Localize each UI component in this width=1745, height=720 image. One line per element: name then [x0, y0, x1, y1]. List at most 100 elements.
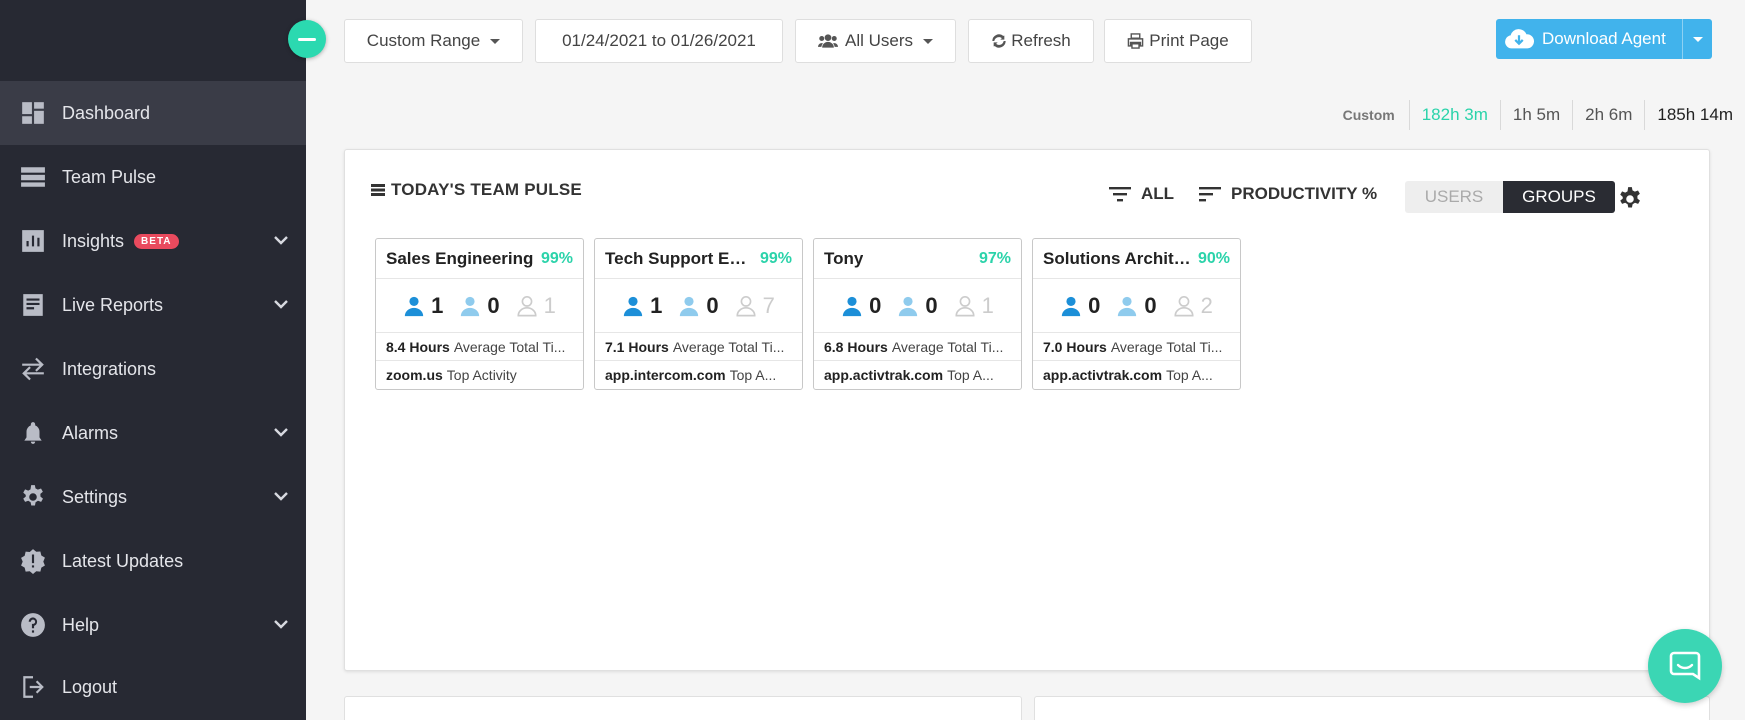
chevron-down-icon[interactable] — [272, 615, 290, 633]
sidebar-item-label: Dashboard — [62, 102, 151, 123]
total-time[interactable]: 185h 14m — [1644, 100, 1745, 130]
inactive-user-icon — [735, 295, 763, 317]
team-pulse-panel: TODAY'S TEAM PULSE ALL PRODUCTIVITY % US… — [344, 149, 1710, 671]
time-summary: Custom 182h 3m 1h 5m 2h 6m 185h 14m — [1331, 100, 1745, 130]
sidebar-item-label: Help — [62, 614, 100, 635]
help-icon — [20, 612, 46, 638]
card-header: Sales Engineering 99% — [376, 239, 583, 279]
sidebar-item-label: Team Pulse — [62, 166, 157, 187]
sidebar-item-label: Integrations — [62, 358, 157, 379]
toggle-users[interactable]: USERS — [1405, 181, 1503, 213]
sort-icon — [1199, 186, 1231, 202]
team-pulse-icon — [20, 164, 46, 190]
sidebar-item-insights[interactable]: Insights BETA — [0, 209, 306, 273]
sidebar-item-dashboard[interactable]: Dashboard — [0, 81, 306, 145]
group-card[interactable]: Tony 97% 0 0 1 6.8 Hours Average Total Ti... ap… — [813, 238, 1022, 390]
passive-users: 0 — [1116, 293, 1157, 319]
integrations-icon — [20, 356, 46, 382]
group-card[interactable]: Solutions Archite... 90% 0 0 2 7.0 Hours Avera… — [1032, 238, 1241, 390]
filter-all-button[interactable]: ALL — [1109, 184, 1174, 204]
printer-icon — [1127, 33, 1144, 49]
active-users: 1 — [403, 293, 443, 319]
average-hours-row: 6.8 Hours Average Total Ti... — [814, 333, 1021, 361]
sidebar-item-settings[interactable]: Settings — [0, 465, 306, 529]
chevron-down-icon[interactable] — [272, 295, 290, 313]
active-user-icon — [841, 295, 869, 317]
active-user-icon — [403, 295, 431, 317]
refresh-button[interactable]: Refresh — [968, 19, 1094, 63]
dashboard-icon — [20, 100, 46, 126]
group-name[interactable]: Tech Support Eng... — [605, 249, 755, 269]
sidebar-item-logout[interactable]: Logout — [0, 655, 306, 719]
gear-icon — [20, 484, 46, 510]
top-activity-row: app.activtrak.com Top A... — [1043, 367, 1213, 383]
passive-user-icon — [459, 295, 487, 317]
chevron-down-icon[interactable] — [272, 423, 290, 441]
sidebar-item-label: Live Reports — [62, 294, 164, 315]
user-status-counts: 107 — [595, 279, 802, 333]
sidebar-item-help[interactable]: Help — [0, 593, 306, 657]
average-hours-row: 7.0 Hours Average Total Ti... — [1033, 333, 1240, 361]
custom-range-label: Custom Range — [366, 31, 481, 50]
group-name[interactable]: Solutions Archite... — [1043, 249, 1193, 269]
undefined-time[interactable]: 2h 6m — [1572, 100, 1644, 130]
sidebar-item-team-pulse[interactable]: Team Pulse — [0, 145, 306, 209]
users-icon — [817, 33, 838, 49]
top-activity-row: zoom.us Top Activity — [386, 367, 517, 383]
sidebar-item-label: Insights — [62, 230, 125, 251]
card-header: Solutions Archite... 90% — [1033, 239, 1240, 279]
passive-user-icon — [897, 295, 925, 317]
sort-productivity-button[interactable]: PRODUCTIVITY % — [1199, 184, 1377, 204]
beta-badge: BETA — [134, 233, 179, 249]
active-user-icon — [622, 295, 650, 317]
chat-launcher-button[interactable] — [1648, 629, 1722, 703]
inactive-user-icon — [516, 295, 544, 317]
active-users: 1 — [622, 293, 662, 319]
alert-badge-icon — [20, 548, 46, 574]
caret-down-icon — [1692, 36, 1703, 42]
sidebar-item-integrations[interactable]: Integrations — [0, 337, 306, 401]
group-card[interactable]: Tech Support Eng... 99% 1 0 7 7.1 Hours Averag… — [594, 238, 803, 390]
all-users-dropdown[interactable]: All Users — [795, 19, 956, 63]
print-page-button[interactable]: Print Page — [1104, 19, 1252, 63]
passive-user-icon — [678, 295, 706, 317]
unproductive-time[interactable]: 1h 5m — [1499, 100, 1572, 130]
sidebar-item-live-reports[interactable]: Live Reports — [0, 273, 306, 337]
main-content: Custom Range 01/24/2021 to 01/26/2021 Al… — [306, 0, 1745, 720]
gear-icon[interactable] — [1617, 186, 1643, 212]
productivity-percent: 99% — [759, 249, 792, 267]
group-name[interactable]: Tony — [824, 249, 863, 269]
time-summary-label: Custom — [1342, 107, 1395, 123]
sidebar-item-alarms[interactable]: Alarms — [0, 401, 306, 465]
productivity-percent: 99% — [540, 249, 573, 267]
sidebar-item-latest-updates[interactable]: Latest Updates — [0, 529, 306, 593]
refresh-label: Refresh — [1011, 31, 1071, 50]
secondary-panel-left — [344, 696, 1022, 720]
user-status-counts: 001 — [814, 279, 1021, 333]
download-agent-button[interactable]: Download Agent — [1496, 19, 1712, 59]
custom-range-dropdown[interactable]: Custom Range — [344, 19, 523, 63]
download-agent-label: Download Agent — [1542, 29, 1666, 48]
download-options-toggle[interactable] — [1682, 19, 1712, 59]
insights-icon — [20, 228, 46, 254]
refresh-icon — [991, 33, 1007, 49]
toggle-groups[interactable]: GROUPS — [1503, 181, 1615, 213]
sidebar-item-label: Latest Updates — [62, 550, 184, 571]
group-card[interactable]: Sales Engineering 99% 1 0 1 8.4 Hours Average … — [375, 238, 584, 390]
active-user-icon — [1060, 295, 1088, 317]
chevron-down-icon[interactable] — [272, 487, 290, 505]
top-activity-row: app.activtrak.com Top A... — [824, 367, 994, 383]
chevron-down-icon[interactable] — [272, 231, 290, 249]
print-page-label: Print Page — [1149, 31, 1229, 50]
passive-users: 0 — [897, 293, 938, 319]
caret-down-icon — [490, 38, 501, 44]
secondary-panel-right — [1034, 696, 1710, 720]
inactive-user-icon — [1173, 295, 1201, 317]
top-activity-row: app.intercom.com Top A... — [605, 367, 777, 383]
date-range-picker[interactable]: 01/24/2021 to 01/26/2021 — [535, 19, 783, 63]
group-name[interactable]: Sales Engineering — [386, 249, 533, 269]
productive-time[interactable]: 182h 3m — [1408, 100, 1500, 130]
logout-icon — [20, 674, 46, 700]
active-users: 0 — [1060, 293, 1100, 319]
inactive-users: 1 — [516, 293, 556, 319]
